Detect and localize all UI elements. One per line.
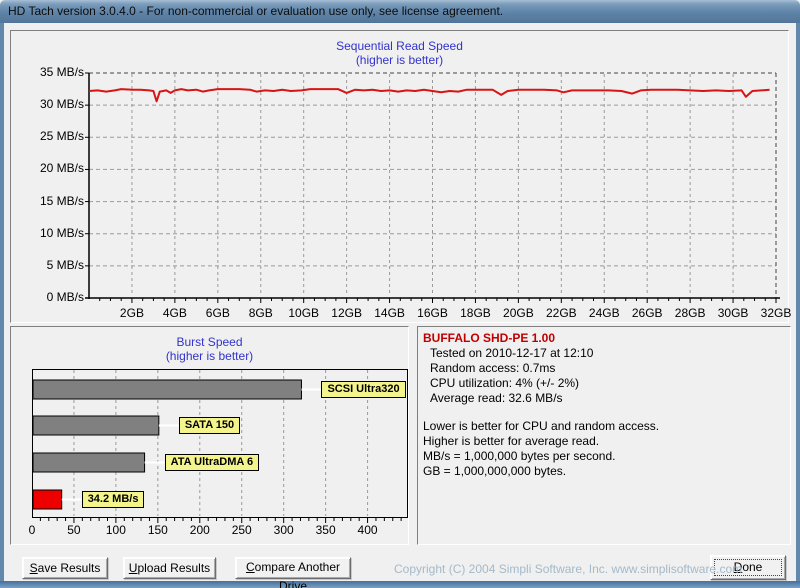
axis-tick-label: 2GB xyxy=(120,306,144,320)
bar-label: ATA UltraDMA 6 xyxy=(165,454,260,471)
axis-tick-label: 50 xyxy=(67,523,80,537)
title-bar[interactable]: HD Tach version 3.0.4.0 - For non-commer… xyxy=(0,0,800,23)
window-frame-left xyxy=(0,23,4,582)
drive-notes: Lower is better for CPU and random acces… xyxy=(423,419,785,479)
sequential-read-panel: Sequential Read Speed (higher is better)… xyxy=(10,30,789,323)
info-line: Tested on 2010-12-17 at 12:10 xyxy=(430,346,785,361)
bar-label: SATA 150 xyxy=(179,417,240,434)
axis-tick-label: 400 xyxy=(358,523,378,537)
axis-tick-label: 18GB xyxy=(460,306,491,320)
axis-tick-label: 12GB xyxy=(331,306,362,320)
sequential-read-chart xyxy=(85,72,780,308)
axis-tick-label: 0 xyxy=(29,523,36,537)
axis-tick-label: 4GB xyxy=(163,306,187,320)
axis-tick-label: 20 MB/s xyxy=(11,161,84,175)
drive-info-panel: BUFFALO SHD-PE 1.00 Tested on 2010-12-17… xyxy=(417,326,791,545)
drive-stats: Tested on 2010-12-17 at 12:10Random acce… xyxy=(423,346,785,406)
save-results-button[interactable]: Save Results xyxy=(22,557,108,579)
info-line: CPU utilization: 4% (+/- 2%) xyxy=(430,376,785,391)
info-line: Average read: 32.6 MB/s xyxy=(430,391,785,406)
window-frame-bottom xyxy=(0,581,800,588)
info-line: Random access: 0.7ms xyxy=(430,361,785,376)
window-frame-right xyxy=(796,23,800,582)
axis-tick-label: 35 MB/s xyxy=(11,65,84,79)
drive-name: BUFFALO SHD-PE 1.00 xyxy=(423,331,785,346)
burst-chart-subtitle: (higher is better) xyxy=(11,349,408,363)
axis-tick-label: 300 xyxy=(274,523,294,537)
burst-chart-title: Burst Speed xyxy=(11,335,408,349)
info-line: Higher is better for average read. xyxy=(423,434,785,449)
axis-tick-label: 26GB xyxy=(632,306,663,320)
sequential-chart-title: Sequential Read Speed xyxy=(11,39,788,53)
info-line: GB = 1,000,000,000 bytes. xyxy=(423,464,785,479)
copyright-text: Copyright (C) 2004 Simpli Software, Inc.… xyxy=(394,562,742,576)
sequential-chart-subtitle: (higher is better) xyxy=(11,53,788,67)
axis-tick-label: 28GB xyxy=(675,306,706,320)
axis-tick-label: 20GB xyxy=(503,306,534,320)
axis-tick-label: 10GB xyxy=(288,306,319,320)
upload-results-button[interactable]: Upload Results xyxy=(123,557,216,579)
axis-tick-label: 8GB xyxy=(249,306,273,320)
hdtach-window: HD Tach version 3.0.4.0 - For non-commer… xyxy=(0,0,800,588)
bar-label: 34.2 MB/s xyxy=(82,491,145,508)
axis-tick-label: 16GB xyxy=(417,306,448,320)
axis-tick-label: 14GB xyxy=(374,306,405,320)
axis-tick-label: 25 MB/s xyxy=(11,129,84,143)
axis-tick-label: 150 xyxy=(148,523,168,537)
info-line: Lower is better for CPU and random acces… xyxy=(423,419,785,434)
axis-tick-label: 200 xyxy=(190,523,210,537)
bar-label: SCSI Ultra320 xyxy=(321,381,405,398)
axis-tick-label: 22GB xyxy=(546,306,577,320)
burst-speed-panel: Burst Speed (higher is better) 0 50 100 150… xyxy=(10,326,409,545)
axis-tick-label: 5 MB/s xyxy=(11,258,84,272)
axis-tick-label: 15 MB/s xyxy=(11,194,84,208)
compare-another-drive-button[interactable]: Compare Another Drive xyxy=(235,557,351,579)
axis-tick-label: 10 MB/s xyxy=(11,226,84,240)
axis-tick-label: 24GB xyxy=(589,306,620,320)
axis-tick-label: 0 MB/s xyxy=(11,290,84,304)
axis-tick-label: 250 xyxy=(232,523,252,537)
axis-tick-label: 100 xyxy=(106,523,126,537)
axis-tick-label: 30GB xyxy=(718,306,749,320)
axis-tick-label: 30 MB/s xyxy=(11,97,84,111)
info-line: MB/s = 1,000,000 bytes per second. xyxy=(423,449,785,464)
axis-tick-label: 32GB xyxy=(761,306,792,320)
axis-tick-label: 350 xyxy=(316,523,336,537)
window-title: HD Tach version 3.0.4.0 - For non-commer… xyxy=(8,4,503,18)
axis-tick-label: 6GB xyxy=(206,306,230,320)
